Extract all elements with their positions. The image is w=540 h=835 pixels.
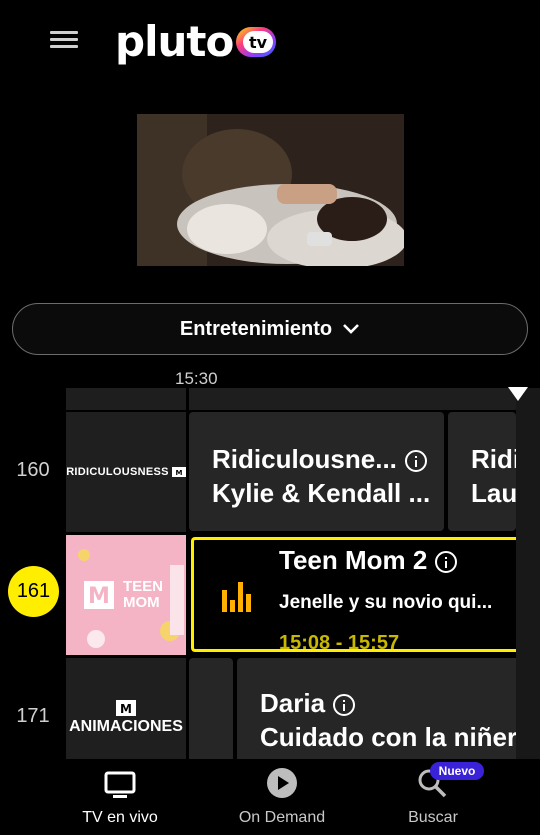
program-title: Ridiculousne... (212, 444, 397, 474)
now-playing-equalizer-icon (222, 582, 251, 612)
program-tile-171[interactable]: Daria Cuidado con la niñera (237, 658, 516, 759)
svg-text:M: M (88, 584, 110, 609)
program-subtitle: Jenelle y su novio qui... (279, 592, 493, 613)
previous-row-logo (66, 388, 186, 410)
logo-tv-badge-icon: tv (236, 27, 277, 57)
new-badge: Nuevo (430, 762, 484, 780)
program-subtitle: Cuidado con la niñera (260, 722, 516, 752)
chevron-down-icon (343, 324, 360, 334)
program-subtitle: Kylie & Kendall ... (212, 478, 431, 508)
time-marker: 15:30 (175, 369, 218, 388)
logo-text-top: TEEN (123, 578, 164, 595)
channel-logo-text: ANIMACIONES (69, 718, 183, 735)
program-tile-160-next[interactable]: Ridi Lau (448, 412, 516, 531)
mtv-small-icon: M (116, 700, 136, 716)
channel-logo-teen-mom[interactable]: M TEEN MOM (66, 535, 186, 655)
info-icon[interactable] (404, 450, 427, 473)
nav-label: Buscar (408, 809, 458, 826)
tv-icon (104, 771, 136, 798)
logo-tv-text: tv (249, 33, 268, 52)
previous-row-tile (189, 388, 516, 410)
play-circle-icon (267, 768, 297, 798)
channel-number-171: 171 (16, 705, 50, 727)
logo-text-bottom: MOM (123, 594, 160, 611)
program-tile-161-active[interactable]: Teen Mom 2 Jenelle y su novio qui... 15:… (191, 537, 521, 654)
channel-number-160: 160 (16, 459, 50, 481)
program-title: Daria (260, 688, 326, 718)
pluto-tv-logo[interactable]: pluto tv (115, 18, 277, 66)
program-title: Teen Mom 2 (279, 545, 428, 575)
mtv-small-icon: M (171, 467, 186, 477)
channel-logo-text: RIDICULOUSNESS (66, 466, 169, 478)
svg-text:M: M (120, 702, 132, 716)
program-time: 15:08 - 15:57 (279, 632, 400, 654)
info-icon[interactable] (435, 551, 458, 574)
info-icon[interactable] (333, 694, 356, 717)
scroll-down-arrow-icon[interactable] (508, 387, 528, 401)
nav-tv-en-vivo[interactable]: TV en vivo (30, 759, 210, 835)
guide-scrollbar[interactable] (516, 388, 540, 760)
category-dropdown[interactable]: Entretenimiento (12, 303, 528, 355)
top-bar: pluto tv (0, 0, 540, 84)
program-title: Ridi (471, 444, 516, 474)
channel-logo-ridiculousness[interactable]: RIDICULOUSNESS M (66, 412, 186, 532)
logo-wordmark: pluto (115, 17, 234, 66)
category-label: Entretenimiento (179, 317, 333, 340)
video-frame (137, 114, 404, 266)
program-tile-171-prev[interactable] (189, 658, 233, 759)
svg-text:M: M (175, 469, 182, 477)
video-player[interactable] (137, 114, 404, 266)
program-tile-160[interactable]: Ridiculousne... Kylie & Kendall ... (189, 412, 444, 531)
menu-icon[interactable] (50, 31, 78, 53)
program-subtitle: Lau (471, 478, 516, 508)
channel-number-161-active: 161 (8, 566, 59, 617)
nav-label: TV en vivo (82, 809, 158, 826)
